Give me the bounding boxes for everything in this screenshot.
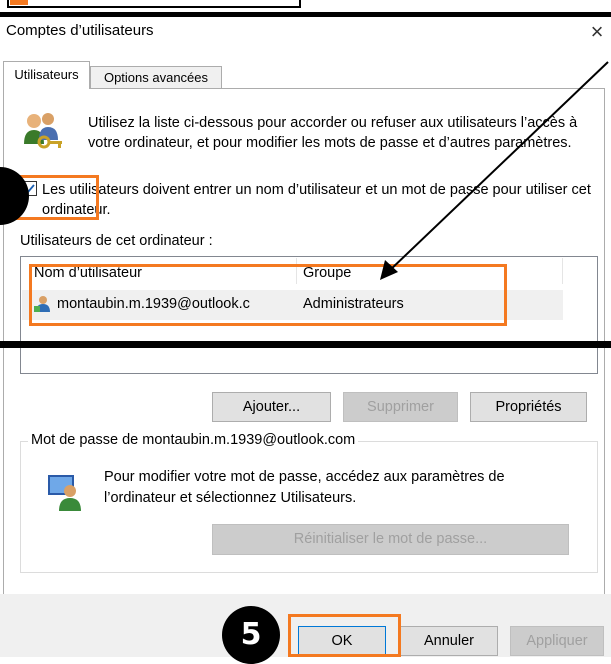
add-button[interactable]: Ajouter... <box>212 392 331 422</box>
highlight-ok-button <box>288 614 401 657</box>
window-title: Comptes d’utilisateurs <box>6 22 154 39</box>
password-info-text: Pour modifier votre mot de passe, accéde… <box>104 469 505 506</box>
user-monitor-icon <box>46 473 86 513</box>
cancel-button[interactable]: Annuler <box>400 626 498 656</box>
previous-screenshot-fragment <box>7 0 301 8</box>
arrow-annotation <box>380 61 609 280</box>
password-group-title: Mot de passe de montaubin.m.1939@outlook… <box>28 432 359 448</box>
close-button[interactable]: × <box>583 17 611 47</box>
users-keys-icon <box>20 112 72 152</box>
black-divider-bar <box>0 12 611 17</box>
orange-fragment <box>10 0 28 5</box>
properties-button[interactable]: Propriétés <box>470 392 587 422</box>
step-badge: 5 <box>222 606 280 664</box>
black-divider-bar <box>0 341 611 348</box>
tab-utilisateurs[interactable]: Utilisateurs <box>3 61 90 89</box>
users-list-label: Utilisateurs de cet ordinateur : <box>20 233 213 249</box>
reset-password-button[interactable]: Réinitialiser le mot de passe... <box>212 524 569 555</box>
apply-button[interactable]: Appliquer <box>510 626 604 656</box>
remove-button[interactable]: Supprimer <box>343 392 458 422</box>
tab-options-avancees[interactable]: Options avancées <box>90 66 222 89</box>
